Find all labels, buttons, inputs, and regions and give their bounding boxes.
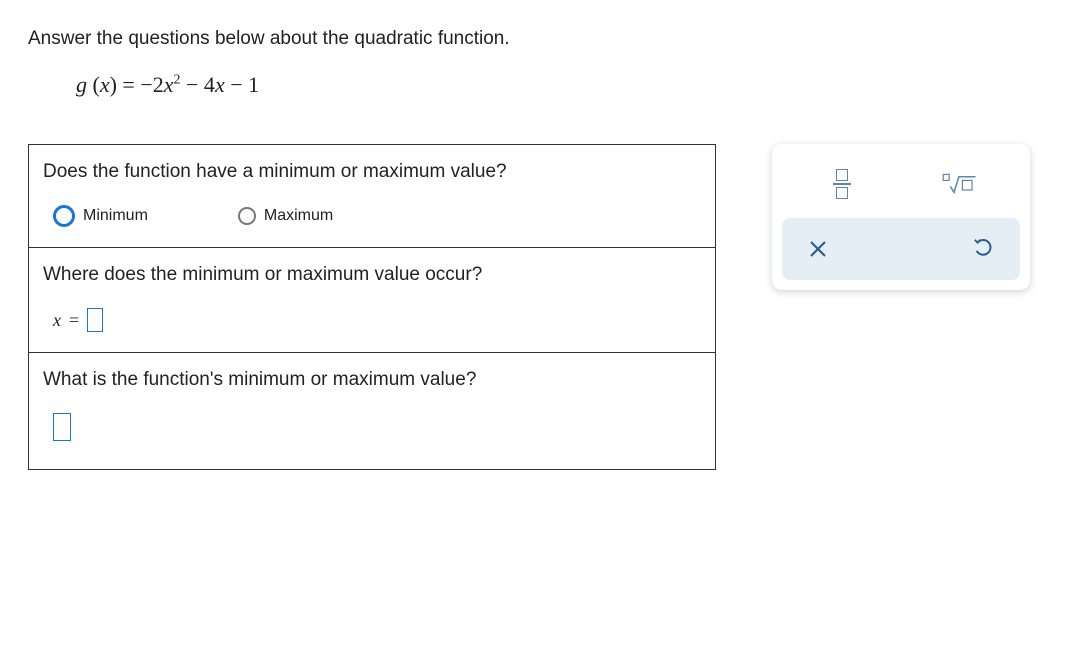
equation-c: − 1 (225, 72, 259, 97)
q3-prompt: What is the function's minimum or maximu… (43, 369, 701, 391)
radio-minimum[interactable]: Minimum (53, 205, 148, 227)
radio-maximum[interactable]: Maximum (238, 207, 333, 225)
equation-var2: x (215, 72, 225, 97)
palette-bottom-row (782, 218, 1020, 280)
palette-top-row (782, 154, 1020, 218)
equals-sign: = (69, 310, 79, 331)
radio-group-minmax: Minimum Maximum (43, 205, 701, 227)
fraction-icon (833, 169, 851, 199)
radio-maximum-circle (238, 207, 256, 225)
x-value-input[interactable] (87, 308, 103, 332)
x-equals-row: x = (43, 308, 701, 332)
section-value: What is the function's minimum or maximu… (29, 353, 715, 469)
equation-arg: x (100, 72, 110, 97)
radio-minimum-circle (53, 205, 75, 227)
equation-display: g (x) = −2x2 − 4x − 1 (76, 72, 1052, 98)
x-var-label: x (53, 310, 61, 331)
instruction-text: Answer the questions below about the qua… (28, 28, 1052, 50)
equation-var1: x (164, 72, 174, 97)
undo-icon (973, 238, 995, 260)
section-minmax: Does the function have a minimum or maxi… (29, 145, 715, 248)
tool-palette (772, 144, 1030, 290)
q2-prompt: Where does the minimum or maximum value … (43, 264, 701, 286)
section-where: Where does the minimum or maximum value … (29, 248, 715, 353)
radio-minimum-label: Minimum (83, 207, 148, 225)
radio-maximum-label: Maximum (264, 207, 333, 225)
close-icon (808, 239, 828, 259)
fraction-tool-button[interactable] (788, 162, 896, 206)
question-box: Does the function have a minimum or maxi… (28, 144, 716, 470)
q1-prompt: Does the function have a minimum or maxi… (43, 161, 701, 183)
equation-fn: g (76, 72, 87, 97)
equation-b: − 4 (181, 72, 215, 97)
equation-open-paren: ( (87, 72, 100, 97)
value-input[interactable] (53, 413, 71, 441)
root-tool-button[interactable] (906, 162, 1014, 206)
equation-close-paren: ) = (110, 72, 141, 97)
clear-button[interactable] (796, 230, 840, 268)
equation-exp: 2 (174, 73, 181, 88)
root-icon (942, 171, 978, 197)
undo-button[interactable] (962, 230, 1006, 268)
equation-a: −2 (140, 72, 163, 97)
